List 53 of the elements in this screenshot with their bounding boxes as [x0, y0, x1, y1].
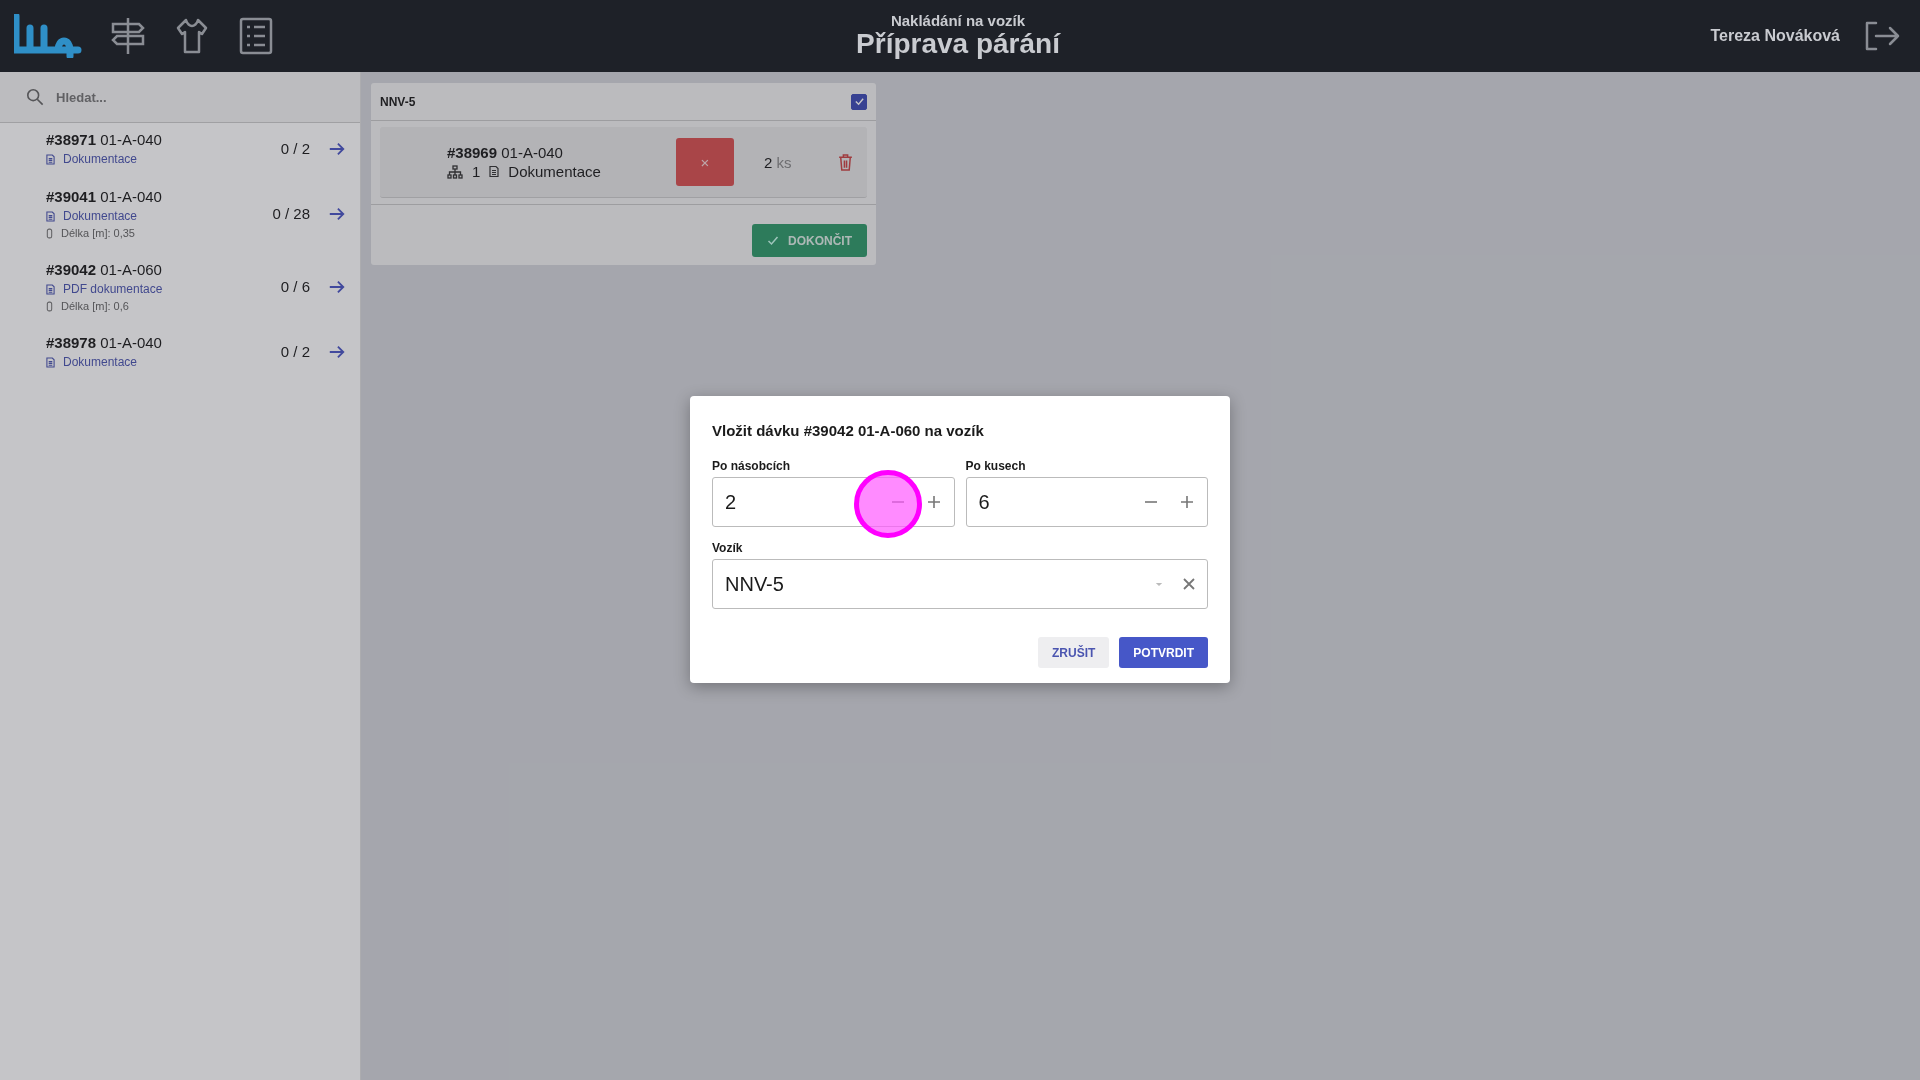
number-field[interactable]: 6: [965, 477, 1208, 527]
document-icon: [46, 210, 55, 222]
trash-icon[interactable]: [838, 153, 853, 171]
ruler-icon: [46, 300, 53, 312]
document-text: Dokumentace: [508, 163, 601, 180]
item-title: #38969 01-A-040: [447, 144, 564, 161]
order-item[interactable]: #38978 01-A-040 Dokumentace 0 / 2: [0, 326, 360, 383]
field-label: Vozík: [712, 541, 744, 555]
document-icon: [46, 153, 55, 165]
field-label: Po kusech: [965, 459, 1027, 473]
length-text: Délka [m]: 0,35: [61, 227, 135, 239]
document-link[interactable]: Dokumentace: [63, 209, 138, 223]
order-title: #38971 01-A-040: [46, 131, 163, 148]
plus-icon[interactable]: [1179, 494, 1195, 510]
length-text: Délka [m]: 0,6: [61, 300, 129, 312]
dialog-button[interactable]: POTVRDIT: [1119, 637, 1208, 668]
cart-name: NNV-5: [380, 94, 416, 109]
dialog-title: Vložit dávku #39042 01-A-060 na vozík: [712, 422, 985, 439]
checkbox[interactable]: [851, 93, 867, 110]
check-icon: [853, 96, 865, 107]
search-icon: [26, 88, 44, 106]
order-count: 0 / 28: [271, 205, 310, 222]
tree-count: 1: [472, 163, 481, 180]
order-count: 0 / 2: [279, 140, 310, 157]
document-icon: [46, 356, 55, 368]
order-item[interactable]: #38971 01-A-040 Dokumentace 0 / 2: [0, 123, 360, 180]
order-title: #39041 01-A-040: [46, 188, 163, 205]
hierarchy-icon: [447, 164, 463, 179]
clear-icon[interactable]: [1183, 578, 1195, 590]
document-link[interactable]: Dokumentace: [63, 355, 138, 369]
dialog-button[interactable]: ZRUŠIT: [1038, 637, 1110, 668]
check-icon: [767, 234, 779, 247]
document-icon: [46, 283, 55, 295]
user-name: Tereza Nováková: [1710, 27, 1840, 45]
quantity-text: 2 ks: [764, 153, 793, 171]
document-link[interactable]: Dokumentace: [63, 152, 138, 166]
document-icon: [489, 165, 500, 178]
page-subtitle: Nakládání na vozík: [890, 13, 1026, 30]
order-title: #38978 01-A-040: [46, 334, 163, 351]
logo-icon[interactable]: [14, 14, 84, 58]
order-item[interactable]: #39042 01-A-060 PDF dokumentace Délka [m]: 0,6 0 / 6: [0, 253, 360, 326]
search-input[interactable]: Hledat...: [54, 88, 334, 106]
order-title: #39042 01-A-060: [46, 261, 163, 278]
order-item[interactable]: #39041 01-A-040 Dokumentace Délka [m]: 0,35 0 / 28: [0, 180, 360, 253]
field-label: Po násobcích: [712, 459, 792, 473]
plus-icon[interactable]: [925, 494, 942, 510]
cart-select[interactable]: NNV-5: [712, 559, 1208, 609]
ruler-icon: [46, 227, 53, 239]
order-count: 0 / 2: [279, 343, 310, 360]
search-field[interactable]: Hledat...: [0, 72, 360, 123]
page-title: Příprava párání: [856, 29, 1060, 59]
order-count: 0 / 6: [279, 278, 310, 295]
document-link[interactable]: PDF dokumentace: [63, 282, 163, 296]
